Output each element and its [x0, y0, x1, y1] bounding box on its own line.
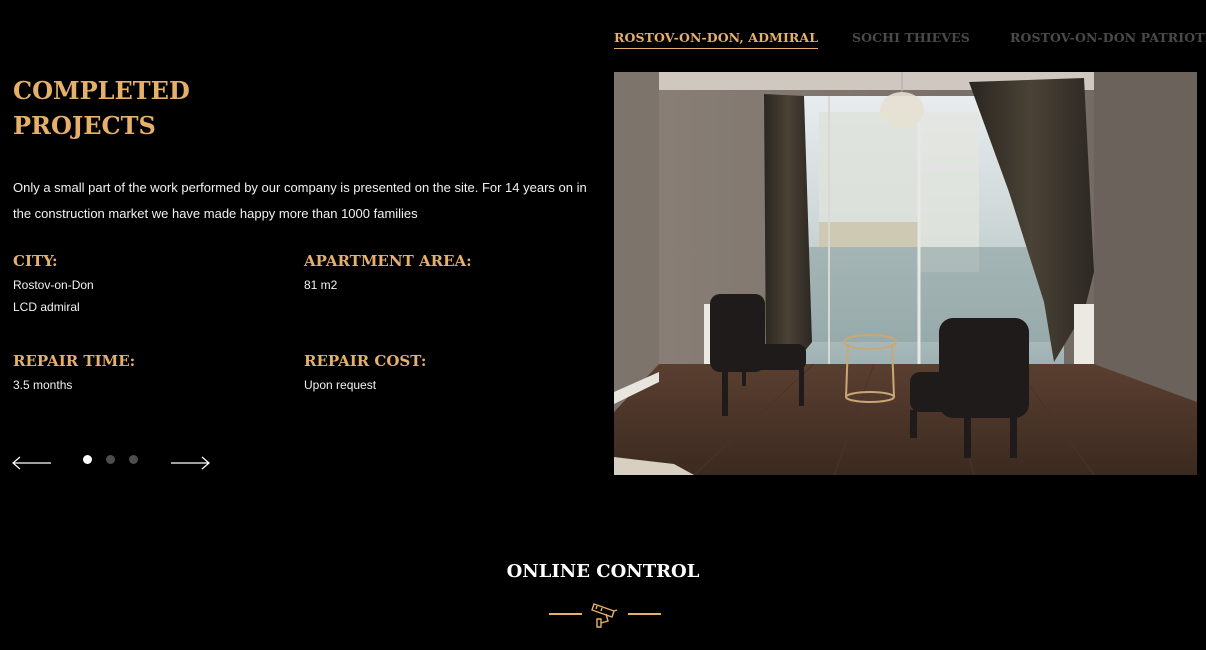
spec-city-value: Rostov-on-Don [13, 278, 94, 292]
spec-complex-value: LCD admiral [13, 300, 80, 314]
divider-line-left [549, 613, 582, 615]
tab-rostov-admiral[interactable]: ROSTOV-ON-DON, ADMIRAL [614, 30, 819, 49]
spec-city-label: CITY: [13, 252, 58, 270]
project-tabs: ROSTOV-ON-DON, ADMIRAL SOCHI THIEVES ROS… [614, 30, 1206, 50]
spec-cost-label: REPAIR COST: [304, 352, 427, 370]
arrow-right-icon[interactable] [170, 455, 210, 471]
spec-area-label: APARTMENT AREA: [304, 252, 472, 270]
spec-area-value: 81 m2 [304, 278, 338, 292]
section-title-line2: PROJECTS [13, 111, 156, 140]
spec-area: APARTMENT AREA: 81 m2 [304, 252, 472, 296]
tab-rostov-patriotic[interactable]: ROSTOV-ON-DON PATRIOTIC [1010, 30, 1206, 45]
intro-text: Only a small part of the work performed … [13, 180, 587, 221]
slider-dot-1[interactable] [83, 455, 92, 464]
slider-dot-2[interactable] [106, 455, 115, 464]
section-title-line1: COMPLETED [13, 76, 190, 105]
spec-city: CITY: Rostov-on-Don LCD admiral [13, 252, 94, 318]
project-photo [614, 72, 1197, 475]
section-title: COMPLETED PROJECTS [13, 73, 313, 143]
spec-cost-value: Upon request [304, 378, 377, 392]
arrow-left-icon[interactable] [12, 455, 52, 471]
spec-cost: REPAIR COST: Upon request [304, 352, 426, 396]
security-camera-icon [588, 600, 620, 630]
spec-time-label: REPAIR TIME: [13, 352, 136, 370]
divider-line-right [628, 613, 661, 615]
spec-time: REPAIR TIME: 3.5 months [13, 352, 135, 396]
tab-sochi-thieves[interactable]: SOCHI THIEVES [852, 30, 970, 45]
online-control-divider [548, 600, 661, 630]
online-control-title: ONLINE CONTROL [506, 561, 700, 582]
spec-time-value: 3.5 months [13, 378, 73, 392]
slider-dot-3[interactable] [129, 455, 138, 464]
